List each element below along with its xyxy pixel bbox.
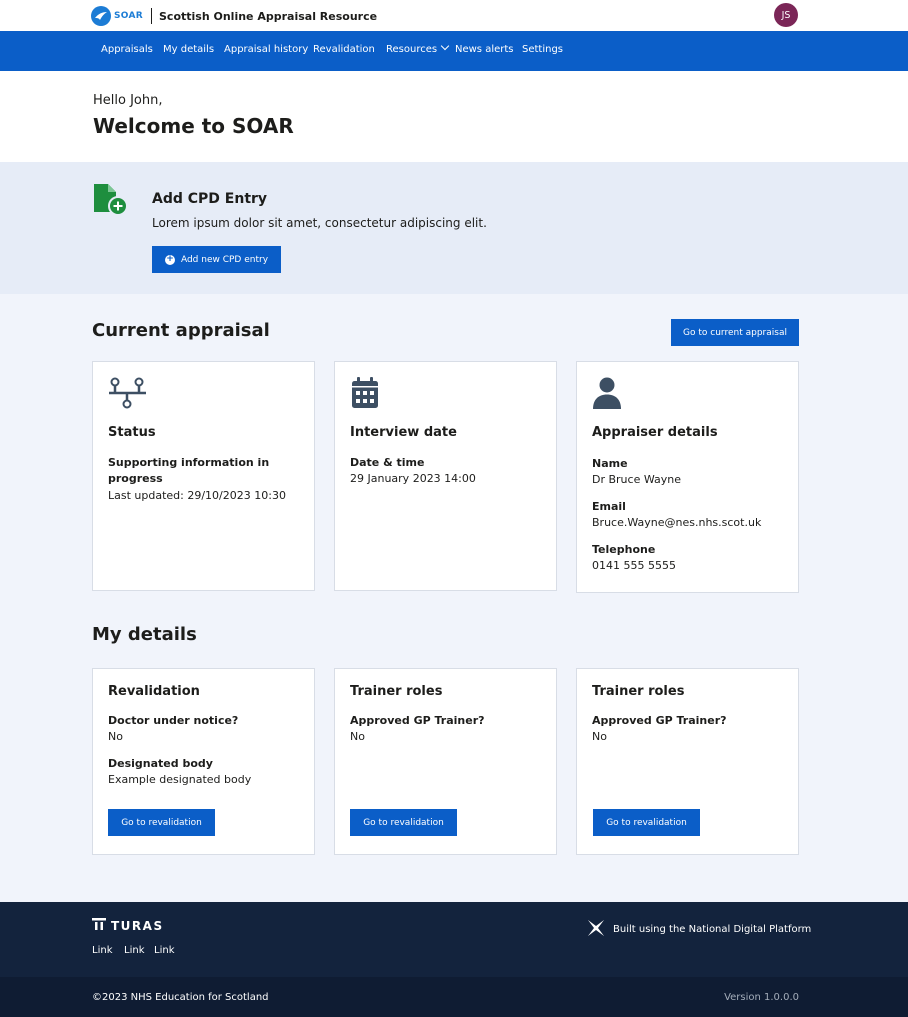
doctor-under-notice-value: No: [108, 730, 123, 743]
sub-footer: ©2023 NHS Education for Scotland Version…: [0, 977, 908, 1017]
nav-item-resources-label: Resources: [386, 44, 438, 55]
designated-body-label: Designated body: [108, 757, 213, 770]
copyright: ©2023 NHS Education for Scotland: [92, 992, 269, 1003]
appraiser-details-card: Appraiser details Name Dr Bruce Wayne Em…: [576, 361, 799, 593]
interview-date-title: Interview date: [350, 425, 457, 440]
main-nav: Appraisals My details Appraisal history …: [0, 31, 908, 71]
footer-link[interactable]: Link: [92, 945, 112, 956]
version-label: Version 1.0.0.0: [724, 992, 799, 1003]
go-to-revalidation-button[interactable]: Go to revalidation: [350, 809, 457, 836]
greeting: Hello John,: [93, 93, 163, 108]
appraiser-phone-value: 0141 555 5555: [592, 559, 676, 572]
appraiser-details-title: Appraiser details: [592, 425, 718, 440]
designated-body-value: Example designated body: [108, 773, 252, 786]
nav-item-settings[interactable]: Settings: [522, 44, 563, 55]
trainer-roles-title: Trainer roles: [350, 684, 443, 699]
trainer-roles-title: Trainer roles: [592, 684, 685, 699]
plus-circle-icon: +: [164, 254, 175, 265]
trainer-roles-card: Trainer roles Approved GP Trainer? No Go…: [576, 668, 799, 855]
workflow-icon: [108, 377, 148, 409]
appraiser-name-value: Dr Bruce Wayne: [592, 473, 682, 486]
calendar-icon: [350, 377, 390, 409]
interview-date-value: 29 January 2023 14:00: [350, 472, 476, 485]
status-last-updated: Last updated: 29/10/2023 10:30: [108, 489, 286, 502]
national-digital-platform[interactable]: Built using the National Digital Platfor…: [588, 920, 811, 939]
nav-item-appraisals[interactable]: Appraisals: [101, 44, 153, 55]
my-details-title: My details: [92, 624, 197, 645]
appraiser-phone-label: Telephone: [592, 543, 656, 556]
cpd-description: Lorem ipsum dolor sit amet, consectetur …: [152, 216, 487, 230]
nav-item-appraisal-history[interactable]: Appraisal history: [224, 44, 308, 55]
chevron-down-icon: [440, 41, 450, 51]
cpd-title: Add CPD Entry: [152, 191, 268, 207]
revalidation-card: Revalidation Doctor under notice? No Des…: [92, 668, 315, 855]
status-value-line2: progress: [108, 472, 163, 485]
add-cpd-entry-button[interactable]: + Add new CPD entry: [152, 246, 281, 273]
welcome-hero: Hello John, Welcome to SOAR: [0, 71, 908, 162]
current-appraisal-title: Current appraisal: [92, 320, 270, 341]
brand-name: Scottish Online Appraisal Resource: [159, 9, 378, 23]
nav-item-revalidation[interactable]: Revalidation: [313, 44, 375, 55]
go-to-revalidation-button[interactable]: Go to revalidation: [593, 809, 700, 836]
brand-short-name: SOAR: [114, 11, 143, 21]
ndp-text: Built using the National Digital Platfor…: [613, 924, 812, 935]
user-avatar[interactable]: JS: [774, 3, 798, 27]
top-bar: SOAR Scottish Online Appraisal Resource …: [0, 0, 908, 31]
interview-date-card: Interview date Date & time 29 January 20…: [334, 361, 557, 591]
status-card: Status Supporting information in progres…: [92, 361, 315, 591]
go-to-revalidation-button[interactable]: Go to revalidation: [108, 809, 215, 836]
nav-item-my-details[interactable]: My details: [163, 44, 214, 55]
interview-date-label: Date & time: [350, 456, 425, 469]
appraiser-name-label: Name: [592, 457, 628, 470]
footer-link[interactable]: Link: [154, 945, 174, 956]
footer-link[interactable]: Link: [124, 945, 144, 956]
nav-item-news-alerts[interactable]: News alerts: [455, 44, 514, 55]
turas-label: TURAS: [111, 918, 164, 933]
add-cpd-entry-label: Add new CPD entry: [180, 254, 269, 265]
appraiser-email-value[interactable]: Bruce.Wayne@nes.nhs.scot.uk: [592, 515, 761, 531]
trainer-roles-card: Trainer roles Approved GP Trainer? No Go…: [334, 668, 557, 855]
go-to-current-appraisal-button[interactable]: Go to current appraisal: [671, 319, 799, 346]
nav-item-resources[interactable]: Resources: [386, 41, 450, 55]
approved-gp-trainer-label: Approved GP Trainer?: [592, 714, 727, 727]
ndp-logo-icon: [588, 920, 604, 939]
cpd-band: Add CPD Entry Lorem ipsum dolor sit amet…: [0, 162, 908, 294]
approved-gp-trainer-label: Approved GP Trainer?: [350, 714, 485, 727]
approved-gp-trainer-value: No: [592, 730, 607, 743]
turas-logo-icon: [92, 918, 106, 933]
approved-gp-trainer-value: No: [350, 730, 365, 743]
status-value-line1: Supporting information in: [108, 456, 270, 469]
brand-divider: [151, 8, 152, 24]
brand[interactable]: SOAR Scottish Online Appraisal Resource: [91, 6, 377, 26]
status-title: Status: [108, 425, 156, 440]
page-title: Welcome to SOAR: [93, 114, 294, 138]
doctor-under-notice-label: Doctor under notice?: [108, 714, 239, 727]
appraiser-email-label: Email: [592, 500, 626, 513]
user-icon: [592, 377, 632, 409]
turas-logo[interactable]: TURAS: [92, 918, 164, 933]
revalidation-title: Revalidation: [108, 684, 200, 699]
soar-logo-icon: [91, 6, 111, 26]
file-plus-icon: [92, 182, 128, 218]
footer: TURAS Link Link Link Built using the Nat…: [0, 902, 908, 977]
